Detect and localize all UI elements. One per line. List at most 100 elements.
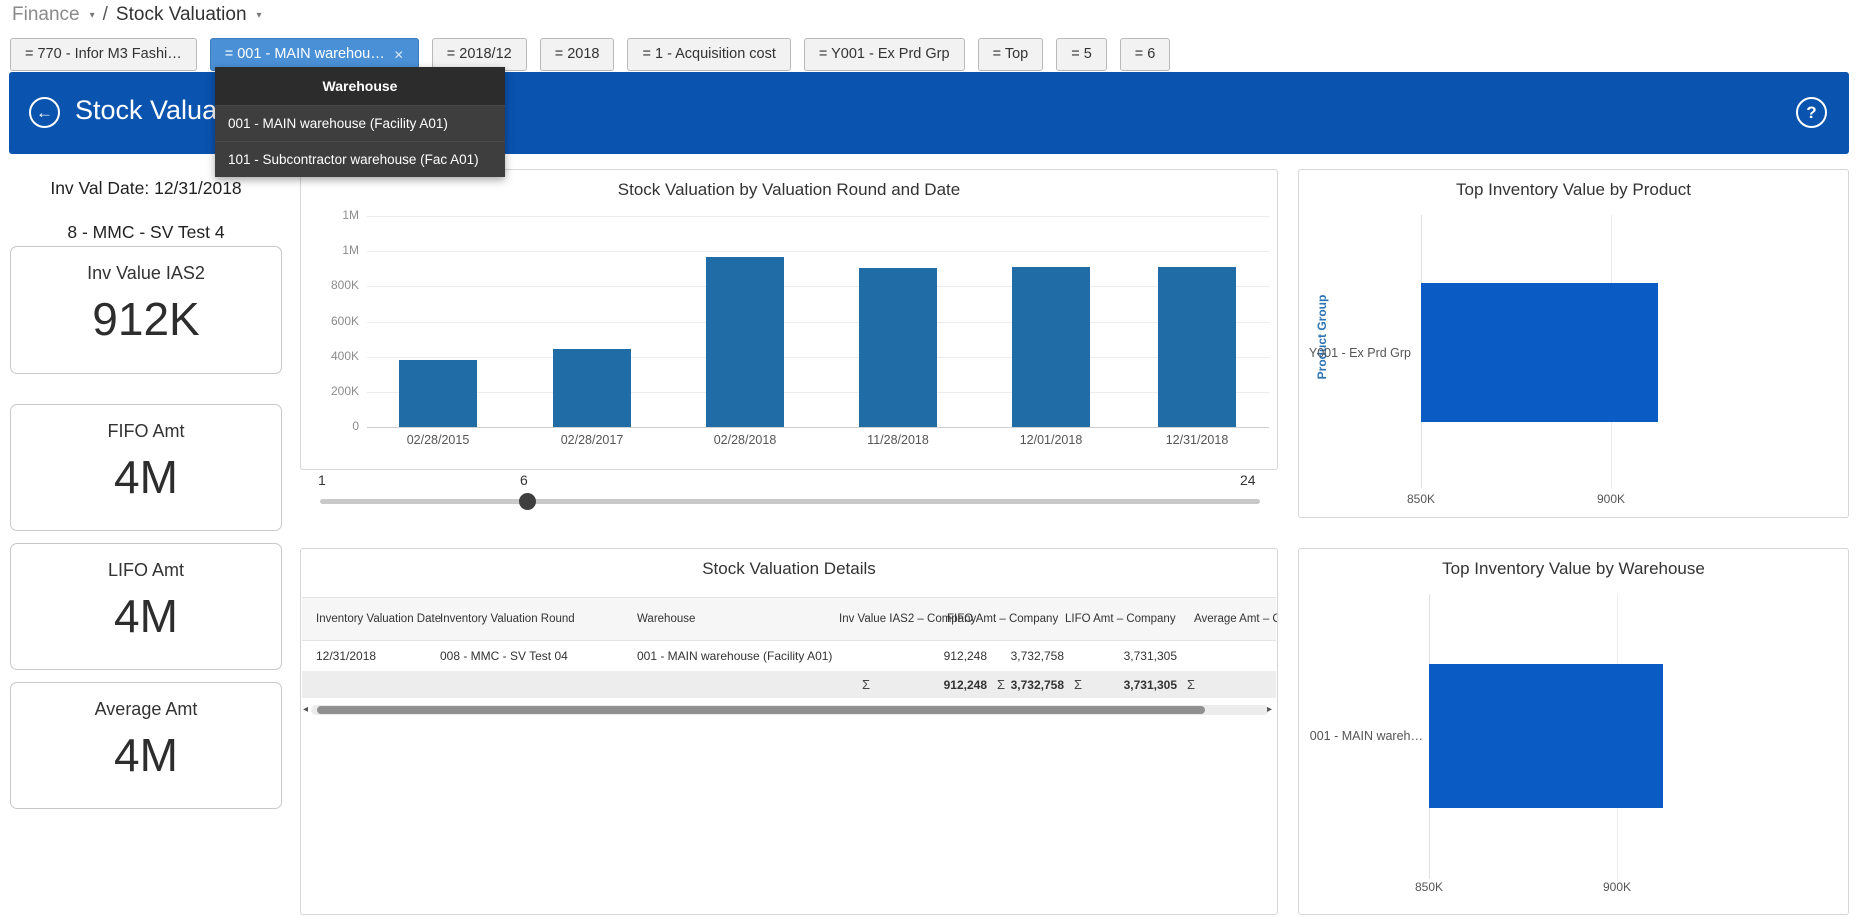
x-axis-tick-label: 850K [1391, 492, 1451, 506]
filter-chip-0[interactable]: = 770 - Infor M3 Fashi… [10, 38, 197, 71]
breadcrumb: Finance ▾ / Stock Valuation ▾ [12, 4, 262, 26]
filter-chip-5[interactable]: = Y001 - Ex Prd Grp [804, 38, 965, 71]
filter-chip-8[interactable]: = 6 [1120, 38, 1171, 71]
top-inventory-warehouse-panel: Top Inventory Value by Warehouse 850K900… [1298, 548, 1849, 915]
filter-chip-6[interactable]: = Top [978, 38, 1044, 71]
range-slider-handle[interactable] [519, 493, 536, 510]
slider-min-label: 1 [318, 472, 326, 488]
gridline [367, 427, 1269, 428]
help-button[interactable]: ? [1796, 97, 1827, 128]
gridline [367, 251, 1269, 252]
horizontal-scrollbar-thumb[interactable] [317, 706, 1205, 714]
gridline [367, 322, 1269, 323]
dropdown-item-1[interactable]: 101 - Subcontractor warehouse (Fac A01) [215, 141, 505, 177]
bar-12/31/2018[interactable] [1158, 267, 1236, 427]
category-label: 001 - MAIN wareh… [1299, 729, 1423, 743]
table-row: 12/31/2018008 - MMC - SV Test 04001 - MA… [302, 641, 1276, 672]
filter-chip-label: = 1 - Acquisition cost [642, 39, 775, 70]
y-axis-tick-label: 1M [303, 208, 359, 222]
filter-chip-7[interactable]: = 5 [1056, 38, 1107, 71]
filter-chip-label: = 6 [1135, 39, 1156, 70]
category-label: Y001 - Ex Prd Grp [1299, 346, 1411, 360]
filter-chip-4[interactable]: = 1 - Acquisition cost [627, 38, 790, 71]
kpi-label: Average Amt [95, 699, 198, 720]
y-axis-tick-label: 400K [303, 349, 359, 363]
sum-sigma-icon: Σ [1187, 677, 1195, 692]
top-inventory-product-panel: Top Inventory Value by Product Product G… [1298, 169, 1849, 518]
chart-title: Stock Valuation by Valuation Round and D… [301, 180, 1277, 200]
column-header-6[interactable]: Average Amt – Co [1194, 598, 1278, 640]
x-axis-tick-label: 900K [1587, 880, 1647, 894]
x-axis-tick-label: 900K [1581, 492, 1641, 506]
x-axis-tick-label: 02/28/2015 [373, 433, 503, 447]
bar-11/28/2018[interactable] [859, 268, 937, 427]
column-header-0[interactable]: Inventory Valuation Date [316, 598, 441, 640]
gridline [367, 357, 1269, 358]
bar-02/28/2015[interactable] [399, 360, 477, 427]
gridline [367, 286, 1269, 287]
table-summary-row: ΣΣΣΣ912,2483,732,7583,731,305 [302, 672, 1276, 698]
chevron-down-icon: ▾ [257, 10, 262, 21]
warehouse-filter-dropdown: Warehouse 001 - MAIN warehouse (Facility… [215, 67, 505, 177]
column-header-2[interactable]: Warehouse [637, 598, 695, 640]
kpi-card-2: LIFO Amt4M [10, 543, 282, 670]
close-icon[interactable]: ✕ [394, 49, 404, 61]
kpi-card-3: Average Amt4M [10, 682, 282, 809]
kpi-label: FIFO Amt [107, 421, 184, 442]
dropdown-item-list: 001 - MAIN warehouse (Facility A01)101 -… [215, 105, 505, 177]
column-header-4[interactable]: FIFO Amt – Company [947, 598, 1058, 640]
x-axis-tick-label: 12/01/2018 [986, 433, 1116, 447]
filter-chip-label: = 2018/12 [447, 39, 512, 70]
bar-02/28/2017[interactable] [553, 349, 631, 427]
cell-numeric: 3,731,305 [1057, 649, 1177, 663]
scroll-right-icon[interactable]: ▸ [1267, 704, 1272, 715]
x-axis-tick-label: 11/28/2018 [833, 433, 963, 447]
filter-chip-label: = 001 - MAIN warehou… [225, 39, 385, 70]
y-axis-tick-label: 1M [303, 243, 359, 257]
slider-current-label: 6 [520, 472, 528, 488]
table-title: Stock Valuation Details [301, 559, 1277, 579]
valuation-round-text: 8 - MMC - SV Test 4 [10, 222, 282, 243]
gridline [367, 216, 1269, 217]
bar-Y001 - Ex Prd Grp[interactable] [1421, 283, 1658, 422]
x-axis-tick-label: 12/31/2018 [1132, 433, 1262, 447]
breadcrumb-page[interactable]: Stock Valuation [116, 4, 247, 26]
total-cell: 3,731,305 [1057, 678, 1177, 692]
cell: 12/31/2018 [316, 649, 376, 663]
cell: 001 - MAIN warehouse (Facility A01) [637, 649, 832, 663]
breadcrumb-separator: / [103, 4, 108, 26]
chevron-down-icon: ▾ [90, 10, 95, 21]
x-axis-tick-label: 02/28/2017 [527, 433, 657, 447]
breadcrumb-section[interactable]: Finance [12, 4, 80, 26]
bar-02/28/2018[interactable] [706, 257, 784, 427]
column-header-1[interactable]: Inventory Valuation Round [440, 598, 575, 640]
filter-chip-bar: = 770 - Infor M3 Fashi… = 001 - MAIN ware… [10, 38, 1170, 71]
dropdown-item-0[interactable]: 001 - MAIN warehouse (Facility A01) [215, 105, 505, 141]
back-button[interactable]: ← [29, 97, 60, 128]
filter-chip-label: = 770 - Infor M3 Fashi… [25, 39, 182, 70]
total-cell: 3,732,758 [944, 678, 1064, 692]
chart-title: Top Inventory Value by Product [1299, 180, 1848, 200]
slider-max-label: 24 [1240, 472, 1256, 488]
bar-12/01/2018[interactable] [1012, 267, 1090, 427]
y-axis-tick-label: 800K [303, 278, 359, 292]
gridline [367, 392, 1269, 393]
kpi-value: 4M [114, 589, 178, 643]
bar-001 - MAIN wareh…[interactable] [1429, 664, 1663, 808]
cell-numeric: 3,732,758 [944, 649, 1064, 663]
filter-chip-3[interactable]: = 2018 [540, 38, 615, 71]
filter-chip-label: = 2018 [555, 39, 600, 70]
x-axis-tick-label: 850K [1399, 880, 1459, 894]
filter-chip-label: = Y001 - Ex Prd Grp [819, 39, 950, 70]
kpi-value: 912K [92, 292, 199, 346]
kpi-label: Inv Value IAS2 [87, 263, 205, 284]
filter-chip-label: = Top [993, 39, 1029, 70]
scroll-left-icon[interactable]: ◂ [303, 704, 308, 715]
kpi-value: 4M [114, 450, 178, 504]
range-slider-track[interactable] [320, 499, 1260, 504]
dropdown-title: Warehouse [215, 67, 505, 105]
filter-chip-label: = 5 [1071, 39, 1092, 70]
back-arrow-icon: ← [36, 103, 53, 123]
question-mark-icon: ? [1806, 103, 1816, 123]
column-header-5[interactable]: LIFO Amt – Company [1065, 598, 1176, 640]
